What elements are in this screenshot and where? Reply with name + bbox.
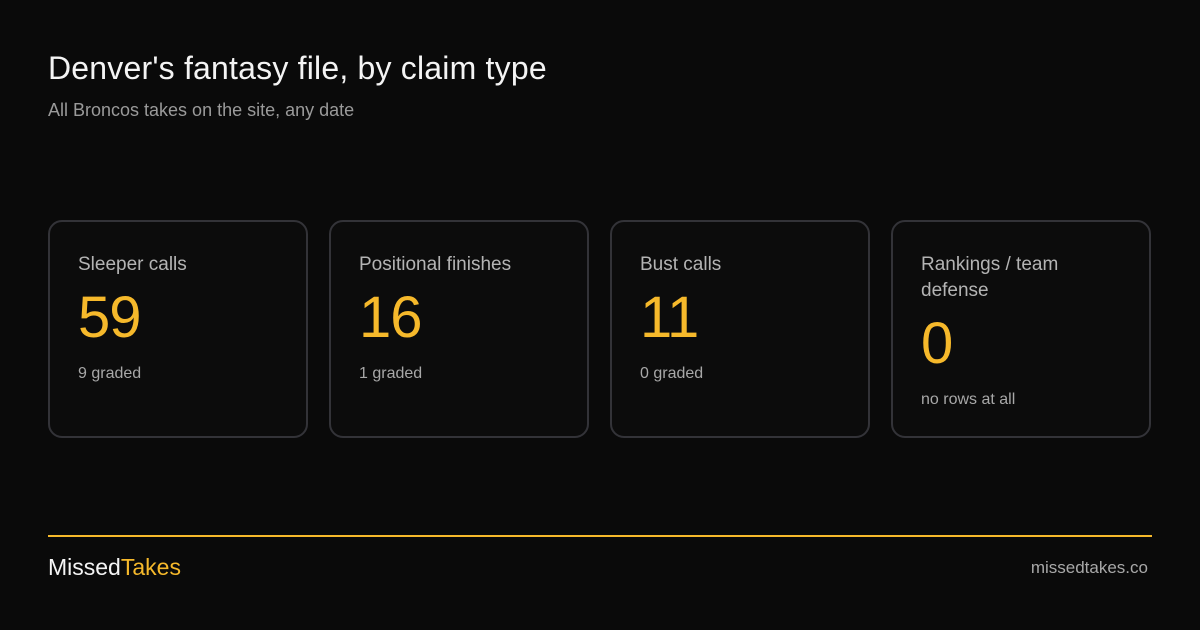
stat-card-label: Rankings / team defense [921, 254, 1059, 301]
stat-card-note: 1 graded [359, 365, 423, 382]
stat-card-label: Sleeper calls [78, 254, 187, 275]
stat-card-note: 9 graded [78, 365, 142, 382]
brand-logo[interactable]: MissedTakes [48, 554, 181, 581]
stat-card-note: no rows at all [921, 391, 1016, 408]
stat-card-value: 59 [78, 285, 142, 350]
brand-name-part1: Missed [48, 554, 121, 580]
page-title: Denver's fantasy file, by claim type [48, 50, 547, 86]
brand-name-part2: Takes [120, 554, 181, 580]
page-subtitle: All Broncos takes on the site, any date [48, 100, 355, 120]
stat-card-positional-finishes: Positional finishes 16 1 graded [329, 220, 589, 438]
stat-card-value: 0 [921, 311, 953, 376]
footer-divider [48, 535, 1152, 537]
stat-card-note: 0 graded [640, 365, 704, 382]
stat-card-value: 16 [359, 285, 423, 350]
stat-card-label: Positional finishes [359, 254, 512, 275]
site-url-link[interactable]: missedtakes.co [1031, 558, 1148, 578]
stat-card-value: 11 [640, 285, 699, 350]
stat-card-bust-calls: Bust calls 11 0 graded [610, 220, 870, 438]
stat-cards: Sleeper calls 59 9 graded Positional fin… [48, 220, 1152, 438]
stat-card-sleeper-calls: Sleeper calls 59 9 graded [48, 220, 308, 438]
stat-card-rankings-team-defense: Rankings / team defense 0 no rows at all [891, 220, 1151, 438]
stat-card-label: Bust calls [640, 254, 722, 275]
